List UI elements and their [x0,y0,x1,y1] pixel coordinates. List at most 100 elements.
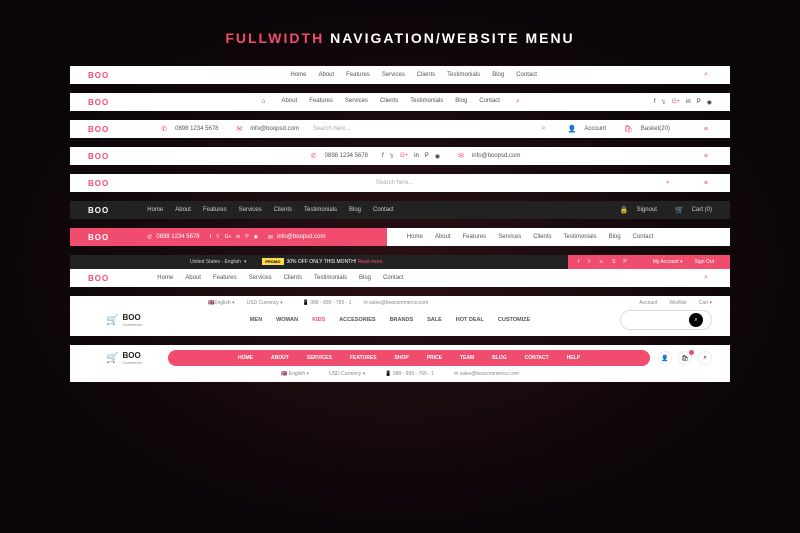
nav-about[interactable]: About [185,275,201,281]
search-icon[interactable]: ⌕ [538,125,550,133]
search-icon[interactable]: ⌕ [512,98,524,106]
nav-price[interactable]: PRICE [427,355,442,361]
nav-clients[interactable]: Clients [274,207,292,213]
account-link[interactable]: Account [639,300,657,306]
search-button[interactable]: ⌕ [698,351,712,365]
nav-services[interactable]: Services [345,98,368,106]
logo[interactable]: BOO [70,274,127,283]
promo-link[interactable]: Read more. [358,259,384,265]
nav-services[interactable]: Services [239,207,262,213]
nav-accesories[interactable]: ACCESORIES [339,317,375,323]
logo[interactable]: BOO [70,206,127,215]
nav-shop[interactable]: SHOP [395,355,409,361]
logo[interactable]: BOO [70,125,127,134]
region-select[interactable]: United States - English [190,259,241,265]
nav-men[interactable]: MEN [250,317,262,323]
menu-icon[interactable]: ≡ [700,126,712,133]
logo[interactable]: BOO [70,179,127,188]
nav-services[interactable]: SERVICES [307,355,332,361]
pinterest-icon[interactable]: P [245,234,248,240]
lang-select[interactable]: English ▾ [289,371,309,377]
bag-button[interactable]: 🛍 [678,351,692,365]
nav-home[interactable]: HOME [238,355,253,361]
nav-services[interactable]: Services [498,234,521,240]
linkedin-icon[interactable]: in [686,99,691,105]
nav-about[interactable]: About [435,234,451,240]
nav-testimonials[interactable]: Testimonials [447,72,480,78]
twitter-icon[interactable]: 𝕐 [216,234,220,240]
search-input[interactable]: Search here... [376,180,414,186]
facebook-icon[interactable]: f [210,234,211,240]
google-plus-icon[interactable]: G+ [672,99,680,105]
logo[interactable]: BOO [70,233,127,242]
home-icon[interactable]: ⌂ [257,98,269,106]
nav-about[interactable]: About [175,207,191,213]
nav-contact[interactable]: Contact [373,207,394,213]
logo[interactable]: BOO [70,71,127,80]
search-icon[interactable]: ⌕ [662,179,700,187]
signout-link[interactable]: Sign Out [695,259,714,265]
nav-contact[interactable]: Contact [516,72,537,78]
cart-link[interactable]: Cart (0) [692,207,712,213]
logo-commerce[interactable]: 🛒 BOOCommerce [88,351,160,365]
nav-clients[interactable]: Clients [380,98,398,106]
nav-about[interactable]: About [318,72,334,78]
search-input[interactable]: Search here... [299,126,351,132]
nav-brands[interactable]: BRANDS [390,317,414,323]
nav-woman[interactable]: WOMAN [276,317,298,323]
nav-features[interactable]: Features [463,234,487,240]
nav-testimonials[interactable]: Testimonials [304,207,337,213]
currency-select[interactable]: USD Currency ▾ [235,300,283,306]
nav-blog[interactable]: Blog [349,207,361,213]
nav-contact[interactable]: Contact [633,234,654,240]
nav-clients[interactable]: Clients [417,72,435,78]
lang-select[interactable]: English ▾ [214,300,234,306]
logo[interactable]: BOO [70,152,127,161]
menu-icon[interactable]: ≡ [700,180,712,187]
linkedin-icon[interactable]: in [414,153,419,160]
twitter-icon[interactable]: 𝕐 [588,259,592,265]
basket-link[interactable]: Basket(20) [641,126,670,132]
linkedin-icon[interactable]: in [236,234,240,240]
nav-blog[interactable]: Blog [359,275,371,281]
myaccount-link[interactable]: My Account ▾ [653,259,683,265]
google-plus-icon[interactable]: G+ [400,153,408,160]
nav-about[interactable]: ABOUT [271,355,289,361]
search-box[interactable]: ⌕ [620,310,712,330]
nav-services[interactable]: Services [249,275,272,281]
search-button[interactable]: ⌕ [689,313,703,327]
cart-link[interactable]: Cart ▾ [687,300,712,306]
nav-testimonials[interactable]: Testimonials [314,275,347,281]
nav-help[interactable]: HELP [567,355,580,361]
twitter-icon[interactable]: 𝕐 [390,153,394,160]
nav-testimonials[interactable]: Testimonials [564,234,597,240]
nav-blog[interactable]: Blog [492,72,504,78]
pinterest-icon[interactable]: P [623,259,626,265]
nav-features[interactable]: Features [346,72,370,78]
nav-features[interactable]: FEATURES [350,355,377,361]
facebook-icon[interactable]: f [382,153,384,160]
nav-blog[interactable]: Blog [455,98,467,106]
nav-services[interactable]: Services [382,72,405,78]
nav-home[interactable]: Home [147,207,163,213]
nav-kids[interactable]: KIDS [312,317,325,323]
rss-icon[interactable]: ⋋ [599,259,604,265]
menu-icon[interactable]: ≡ [700,153,712,160]
facebook-icon[interactable]: f [578,259,579,265]
facebook-icon[interactable]: f [654,99,656,105]
account-link[interactable]: Account [584,126,606,132]
nav-clients[interactable]: Clients [533,234,551,240]
twitter-icon[interactable]: 𝕐 [662,99,666,106]
pinterest-icon[interactable]: P [697,99,701,105]
nav-contact[interactable]: Contact [383,275,404,281]
nav-sale[interactable]: SALE [427,317,442,323]
nav-about[interactable]: About [282,98,298,106]
dribbble-icon[interactable]: ◉ [707,99,712,106]
signout-link[interactable]: Signout [637,207,657,213]
nav-contact[interactable]: CONTACT [525,355,549,361]
nav-clients[interactable]: Clients [284,275,302,281]
logo-commerce[interactable]: 🛒 BOOCommerce [88,313,160,327]
nav-customize[interactable]: CUSTOMIZE [498,317,530,323]
nav-features[interactable]: Features [309,98,333,106]
nav-home[interactable]: Home [290,72,306,78]
